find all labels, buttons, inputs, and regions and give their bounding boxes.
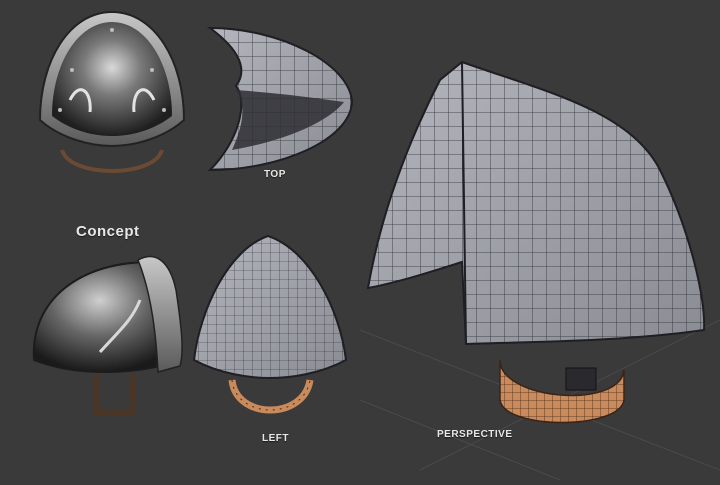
view-label-left: LEFT: [262, 433, 289, 444]
concept-helmet-front: [38, 10, 186, 173]
wireframe-perspective-view: [366, 60, 706, 424]
wireframe-left-view: [192, 234, 348, 414]
wireframe-top-view: [206, 26, 354, 172]
view-label-perspective: PERSPECTIVE: [437, 429, 513, 440]
view-label-concept: Concept: [76, 223, 140, 240]
concept-helmet-side: [32, 255, 183, 415]
viewport-canvas: [32, 10, 720, 481]
view-label-top: TOP: [264, 169, 286, 180]
viewport-stage: TOP Concept LEFT PERSPECTIVE: [0, 0, 720, 481]
